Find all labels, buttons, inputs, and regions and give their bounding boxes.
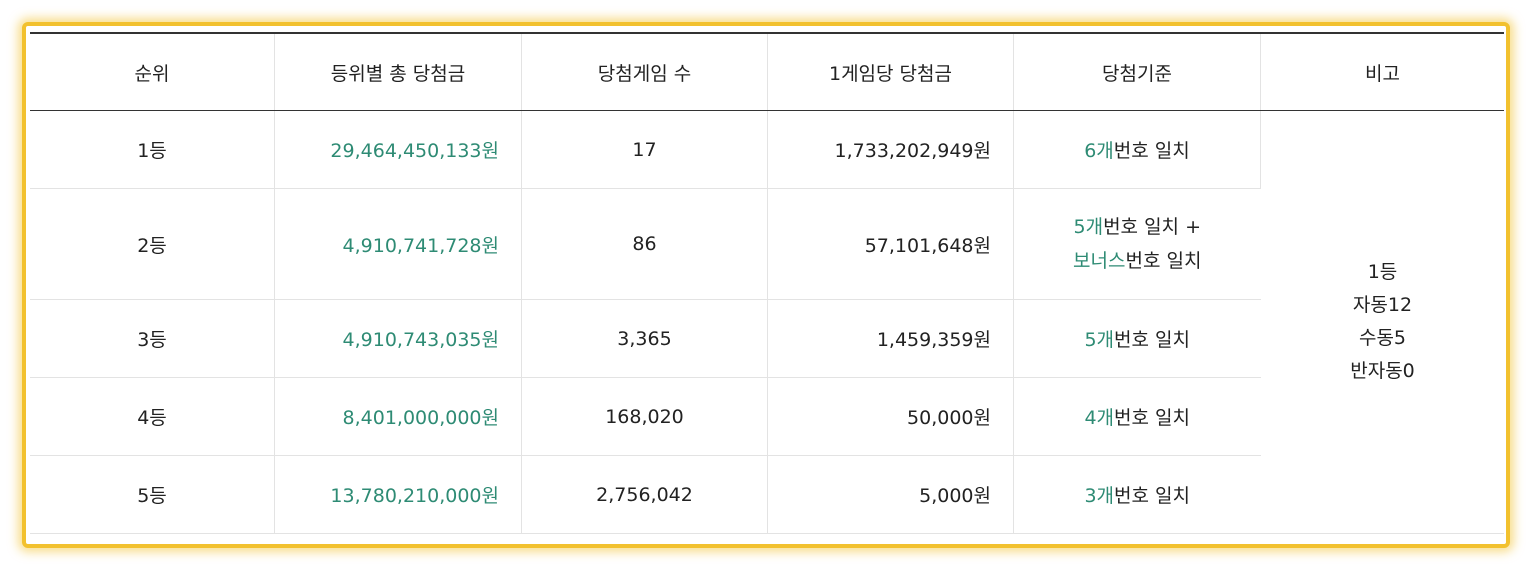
note-line-manual: 수동5 [1358, 327, 1407, 349]
prize-per-game-cell: 1,733,202,949원 [767, 110, 1014, 189]
criteria-cell: 5개번호 일치 + 보너스번호 일치 [1013, 188, 1261, 300]
results-frame: 순위 등위별 총 당첨금 당첨게임 수 1게임당 당첨금 당첨기준 비고 1등 … [22, 22, 1510, 548]
winning-games-cell: 86 [521, 188, 768, 300]
rank-cell: 4등 [30, 377, 275, 456]
criteria-text: 번호 일치 [1113, 140, 1190, 162]
criteria-cell: 6개번호 일치 [1013, 110, 1261, 189]
header-total-prize: 등위별 총 당첨금 [274, 33, 522, 111]
criteria-text: 번호 일치 [1114, 485, 1191, 507]
note-line-rank: 1등 [1367, 261, 1398, 283]
prize-per-game-cell: 1,459,359원 [767, 299, 1014, 378]
criteria-count: 5개 [1084, 329, 1115, 351]
lotto-prize-table: 순위 등위별 총 당첨금 당첨게임 수 1게임당 당첨금 당첨기준 비고 1등 … [30, 32, 1504, 534]
rank-cell: 1등 [30, 110, 275, 189]
criteria-line: 5개번호 일치 + [1014, 210, 1261, 244]
total-prize-cell: 8,401,000,000원 [274, 377, 522, 456]
criteria-count: 6개 [1084, 140, 1114, 162]
rank-cell: 5등 [30, 455, 275, 534]
total-prize-cell: 13,780,210,000원 [274, 455, 522, 534]
winning-games-cell: 2,756,042 [521, 455, 768, 534]
criteria-count: 3개 [1084, 485, 1115, 507]
criteria-count: 5개 [1073, 216, 1104, 238]
total-prize-cell: 29,464,450,133원 [274, 110, 522, 189]
note-line-auto: 자동12 [1352, 294, 1413, 316]
note-line-semi-auto: 반자동0 [1350, 360, 1415, 382]
criteria-text: 번호 일치 [1125, 250, 1202, 272]
winning-games-cell: 168,020 [521, 377, 768, 456]
criteria-bonus: 보너스 [1073, 250, 1126, 272]
table-header-row: 순위 등위별 총 당첨금 당첨게임 수 1게임당 당첨금 당첨기준 비고 [30, 33, 1504, 111]
criteria-cell: 3개번호 일치 [1013, 455, 1261, 534]
header-rank: 순위 [30, 33, 275, 111]
header-winning-games: 당첨게임 수 [521, 33, 768, 111]
total-prize-cell: 4,910,743,035원 [274, 299, 522, 378]
total-prize-cell: 4,910,741,728원 [274, 188, 522, 300]
winning-games-cell: 17 [521, 110, 768, 189]
note-cell: 1등 자동12 수동5 반자동0 [1260, 110, 1504, 534]
criteria-text: 번호 일치 + [1103, 216, 1201, 238]
prize-per-game-cell: 5,000원 [767, 455, 1014, 534]
rank-cell: 3등 [30, 299, 275, 378]
header-prize-per-game: 1게임당 당첨금 [767, 33, 1014, 111]
criteria-cell: 4개번호 일치 [1013, 377, 1261, 456]
rank-cell: 2등 [30, 188, 275, 300]
winning-games-cell: 3,365 [521, 299, 768, 378]
criteria-line: 보너스번호 일치 [1014, 244, 1261, 278]
header-criteria: 당첨기준 [1013, 33, 1261, 111]
criteria-cell: 5개번호 일치 [1013, 299, 1261, 378]
criteria-text: 번호 일치 [1114, 407, 1191, 429]
table-row: 1등 29,464,450,133원 17 1,733,202,949원 6개번… [30, 110, 1504, 534]
prize-per-game-cell: 57,101,648원 [767, 188, 1014, 300]
criteria-text: 번호 일치 [1114, 329, 1191, 351]
prize-per-game-cell: 50,000원 [767, 377, 1014, 456]
header-note: 비고 [1260, 33, 1504, 111]
criteria-count: 4개 [1084, 407, 1115, 429]
